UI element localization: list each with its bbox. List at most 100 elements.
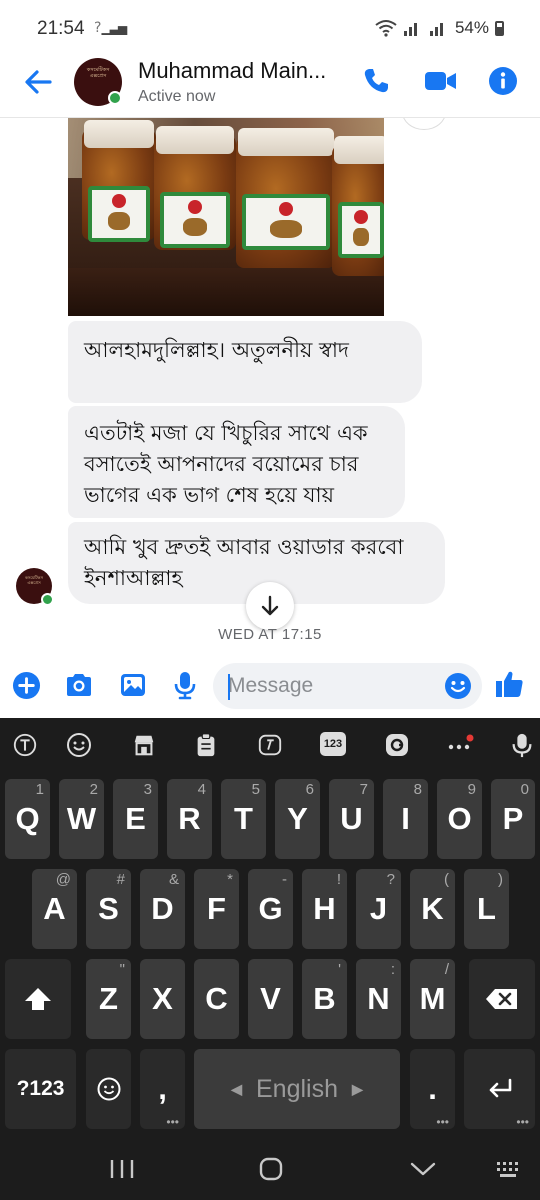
backspace-key[interactable] xyxy=(469,959,535,1039)
key-c[interactable]: C xyxy=(194,959,239,1039)
key-o[interactable]: O9 xyxy=(437,779,482,859)
number-pad-icon[interactable]: 123 xyxy=(320,732,346,756)
key-q[interactable]: Q1 xyxy=(5,779,50,859)
plus-icon[interactable] xyxy=(12,671,41,700)
message-line: আমি খুব দ্রুতই আবার ওয়াডার করবো xyxy=(84,535,404,559)
key-hint: : xyxy=(390,961,395,978)
pickle-jar xyxy=(82,120,156,242)
chat-area[interactable]: আলহামদুলিল্লাহ। অতুলনীয় স্বাদ এতটাই মজা… xyxy=(0,118,540,658)
key-label: Q xyxy=(15,801,40,836)
text-translate-icon[interactable] xyxy=(11,732,39,758)
key-r[interactable]: R4 xyxy=(167,779,212,859)
key-j[interactable]: J? xyxy=(356,869,401,949)
key-z[interactable]: Z " xyxy=(86,959,131,1039)
key-y[interactable]: Y6 xyxy=(275,779,320,859)
samsung-pass-icon[interactable] xyxy=(384,732,410,758)
key-u[interactable]: U7 xyxy=(329,779,374,859)
key-g[interactable]: G- xyxy=(248,869,293,949)
emoji-keyboard-icon[interactable] xyxy=(66,732,92,758)
phone-call-icon[interactable] xyxy=(361,66,391,96)
camera-icon[interactable] xyxy=(64,670,94,700)
key-hint: ! xyxy=(336,871,341,888)
key-t[interactable]: T5 xyxy=(221,779,266,859)
contact-name[interactable]: Muhammad Main... xyxy=(138,58,326,84)
key-hint: * xyxy=(227,871,233,888)
space-language-label: English xyxy=(256,1074,338,1103)
text-edit-icon[interactable] xyxy=(256,732,284,758)
status-bar: 21:54 ?▁▃▅ 54% xyxy=(0,0,540,56)
video-call-icon[interactable] xyxy=(424,66,458,96)
microphone-icon[interactable] xyxy=(170,670,200,700)
key-n[interactable]: N: xyxy=(356,959,401,1039)
enter-key[interactable]: ••• xyxy=(464,1049,535,1129)
info-icon[interactable] xyxy=(488,66,518,96)
more-options-icon[interactable] xyxy=(446,732,476,758)
key-l[interactable]: L) xyxy=(464,869,509,949)
key-label: T xyxy=(234,801,253,836)
scroll-to-bottom-button[interactable] xyxy=(246,582,294,630)
key-v[interactable]: V xyxy=(248,959,293,1039)
voice-input-icon[interactable] xyxy=(510,732,534,758)
key-f[interactable]: F * xyxy=(194,869,239,949)
key-m[interactable]: M / xyxy=(410,959,455,1039)
key-x[interactable]: X xyxy=(140,959,185,1039)
key-a[interactable]: A @ xyxy=(32,869,77,949)
message-bubble[interactable]: আলহামদুলিল্লাহ। অতুলনীয় স্বাদ xyxy=(68,321,422,403)
online-indicator xyxy=(108,91,122,105)
key-label: ?123 xyxy=(16,1077,65,1100)
emoji-key[interactable] xyxy=(86,1049,131,1129)
shared-photo[interactable] xyxy=(68,118,384,316)
space-key[interactable]: ◀ English ▶ xyxy=(194,1049,400,1129)
key-e[interactable]: E3 xyxy=(113,779,158,859)
key-hint: - xyxy=(282,871,287,888)
sticker-store-icon[interactable] xyxy=(130,732,158,758)
online-indicator xyxy=(41,593,54,606)
period-key[interactable]: . ••• xyxy=(410,1049,455,1129)
emoji-icon[interactable] xyxy=(444,672,472,700)
key-h[interactable]: H! xyxy=(302,869,347,949)
key-b[interactable]: B ' xyxy=(302,959,347,1039)
hide-keyboard-icon[interactable] xyxy=(408,1156,438,1182)
key-label: E xyxy=(125,801,146,836)
key-label: R xyxy=(178,801,201,836)
key-label: P xyxy=(502,801,524,836)
arrow-down-icon xyxy=(261,595,279,616)
key-hint: 4 xyxy=(197,781,206,798)
key-hint: # xyxy=(116,871,125,888)
status-right: 54% xyxy=(375,18,504,38)
home-icon[interactable] xyxy=(256,1156,286,1182)
key-label: G xyxy=(258,891,283,926)
comma-key[interactable]: , ••• xyxy=(140,1049,185,1129)
chat-header: কসমেটিকস এক্সপ্রেস Muhammad Main... Acti… xyxy=(0,56,540,118)
key-s[interactable]: S # xyxy=(86,869,131,949)
key-hint: / xyxy=(444,961,449,978)
message-input[interactable] xyxy=(213,663,482,709)
thumbs-up-icon[interactable] xyxy=(493,668,525,700)
keyboard-switch-icon[interactable] xyxy=(494,1156,524,1182)
reaction-button[interactable] xyxy=(402,118,446,130)
key-hint: " xyxy=(119,961,125,978)
key-label: F xyxy=(207,891,226,926)
keyboard-toolbar: 123 xyxy=(0,718,540,774)
recent-apps-icon[interactable] xyxy=(107,1156,137,1182)
message-bubble[interactable]: এতটাই মজা যে খিচুরির সাথে এক বসাতেই আপনা… xyxy=(68,406,405,518)
caret-right-icon: ▶ xyxy=(352,1080,363,1097)
key-label: A xyxy=(43,891,66,926)
key-i[interactable]: I8 xyxy=(383,779,428,859)
key-k[interactable]: K( xyxy=(410,869,455,949)
smiley-icon xyxy=(97,1077,120,1101)
avatar-logo-text: কসমেটিকস এক্সপ্রেস xyxy=(86,67,110,79)
clipboard-icon[interactable] xyxy=(194,732,218,758)
key-d[interactable]: D & xyxy=(140,869,185,949)
gallery-icon[interactable] xyxy=(118,670,148,700)
back-arrow-icon[interactable] xyxy=(22,66,54,98)
key-label: B xyxy=(313,981,336,1016)
key-p[interactable]: P0 xyxy=(491,779,535,859)
return-arrow-icon xyxy=(489,1078,511,1098)
key-hint: ? xyxy=(386,871,395,888)
symbols-key[interactable]: ?123 xyxy=(5,1049,76,1129)
key-w[interactable]: W2 xyxy=(59,779,104,859)
number-pad-label: 123 xyxy=(323,738,343,750)
shift-key[interactable] xyxy=(5,959,71,1039)
key-label: H xyxy=(313,891,336,926)
